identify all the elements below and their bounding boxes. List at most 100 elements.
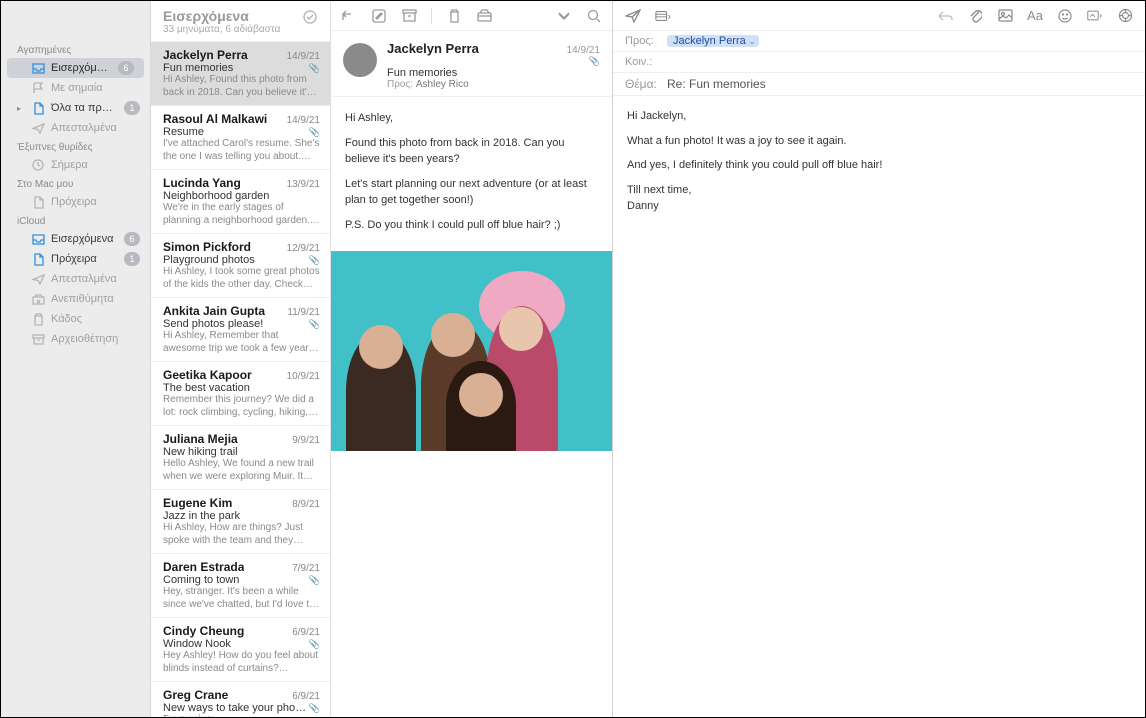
reader-toolbar bbox=[331, 1, 612, 31]
media-dropdown-icon[interactable] bbox=[1087, 8, 1103, 24]
sidebar-item-label: Αρχειοθέτηση bbox=[51, 333, 140, 345]
sidebar-item[interactable]: Απεσταλμένα bbox=[1, 269, 150, 289]
message-list-item[interactable]: Greg Crane 6/9/21 New ways to take your … bbox=[151, 682, 330, 717]
reader-date: 14/9/21 bbox=[567, 45, 600, 56]
sidebar-item-label: Πρόχειρα bbox=[51, 253, 118, 265]
reader-attachment-image[interactable] bbox=[331, 251, 612, 451]
sidebar-item-label: Πρόχειρα bbox=[51, 196, 140, 208]
message-list-item[interactable]: Jackelyn Perra 14/9/21 Fun memories 📎 Hi… bbox=[151, 42, 330, 106]
message-list-item[interactable]: Juliana Mejia 9/9/21 New hiking trail He… bbox=[151, 426, 330, 490]
message-subject: Fun memories bbox=[163, 62, 233, 74]
message-preview: Συνημμένο: page1image46962368.png bbox=[163, 714, 320, 717]
reader-to: Προς: Ashley Rico bbox=[387, 79, 600, 90]
message-sender: Lucinda Yang bbox=[163, 176, 241, 190]
reply-all-icon[interactable] bbox=[937, 8, 953, 24]
sidebar-item[interactable]: Απεσταλμένα bbox=[1, 118, 150, 138]
header-fields-icon[interactable] bbox=[655, 8, 671, 24]
send-icon[interactable] bbox=[625, 8, 641, 24]
to-field[interactable]: Προς: Jackelyn Perra ⌄ bbox=[613, 31, 1145, 52]
message-date: 6/9/21 bbox=[292, 627, 320, 638]
recipient-pill[interactable]: Jackelyn Perra ⌄ bbox=[667, 35, 759, 47]
sidebar-item[interactable]: Ανεπιθύμητα bbox=[1, 289, 150, 309]
compose-body[interactable]: Hi Jackelyn, What a fun photo! It was a j… bbox=[613, 96, 1145, 227]
reader-body-paragraph: Hi Ashley, bbox=[345, 111, 598, 126]
sidebar: ΑγαπημένεςΕισερχόμενα6Με σημαία▸Όλα τα π… bbox=[1, 1, 151, 717]
sidebar-item-label: Με σημαία bbox=[51, 82, 140, 94]
message-sender: Juliana Mejia bbox=[163, 432, 238, 446]
mailbox-subtitle: 33 μηνύματα, 6 αδιάβαστα bbox=[163, 24, 280, 35]
message-list-item[interactable]: Daren Estrada 7/9/21 Coming to town 📎 He… bbox=[151, 554, 330, 618]
message-sender: Greg Crane bbox=[163, 688, 228, 702]
message-list-item[interactable]: Lucinda Yang 13/9/21 Neighborhood garden… bbox=[151, 170, 330, 234]
sidebar-item[interactable]: Πρόχειρα1 bbox=[1, 249, 150, 269]
message-list-item[interactable]: Simon Pickford 12/9/21 Playground photos… bbox=[151, 234, 330, 298]
message-list-item[interactable]: Geetika Kapoor 10/9/21 The best vacation… bbox=[151, 362, 330, 426]
sidebar-item[interactable]: Πρόχειρα bbox=[1, 192, 150, 212]
message-list-item[interactable]: Rasoul Al Malkawi 14/9/21 Resume 📎 I've … bbox=[151, 106, 330, 170]
emoji-icon[interactable] bbox=[1057, 8, 1073, 24]
sidebar-item[interactable]: ▸Όλα τα πρόχειρα1 bbox=[1, 98, 150, 118]
reader-body: Hi Ashley, Found this photo from back in … bbox=[331, 97, 612, 251]
markup-icon[interactable] bbox=[1117, 8, 1133, 24]
message-date: 13/9/21 bbox=[287, 179, 320, 190]
attach-icon[interactable] bbox=[967, 8, 983, 24]
sent-icon bbox=[31, 121, 45, 135]
sidebar-item[interactable]: Σήμερα bbox=[1, 155, 150, 175]
message-sender: Geetika Kapoor bbox=[163, 368, 252, 382]
format-icon[interactable]: Aa bbox=[1027, 8, 1043, 24]
paperclip-icon: 📎 bbox=[309, 127, 320, 138]
reader-sender: Jackelyn Perra bbox=[387, 41, 479, 56]
sidebar-item-label: Απεσταλμένα bbox=[51, 273, 140, 285]
doc-icon bbox=[31, 195, 45, 209]
message-list-item[interactable]: Eugene Kim 8/9/21 Jazz in the park Hi As… bbox=[151, 490, 330, 554]
sidebar-item[interactable]: Εισερχόμενα6 bbox=[1, 229, 150, 249]
sent-icon bbox=[31, 272, 45, 286]
reader-subject: Fun memories bbox=[387, 67, 600, 79]
photo-icon[interactable] bbox=[997, 8, 1013, 24]
message-list[interactable]: Jackelyn Perra 14/9/21 Fun memories 📎 Hi… bbox=[151, 42, 330, 717]
trash-icon[interactable] bbox=[446, 8, 462, 24]
compose-body-paragraph: Hi Jackelyn, bbox=[627, 108, 1131, 125]
message-preview: We're in the early stages of planning a … bbox=[163, 202, 320, 227]
junk-icon[interactable] bbox=[476, 8, 492, 24]
message-subject: Jazz in the park bbox=[163, 510, 240, 522]
sidebar-item[interactable]: Αρχειοθέτηση bbox=[1, 329, 150, 349]
disclosure-arrow-icon[interactable]: ▸ bbox=[17, 104, 25, 113]
chevron-down-icon[interactable]: ⌄ bbox=[749, 37, 756, 46]
message-date: 9/9/21 bbox=[292, 435, 320, 446]
compose-panel: Aa Προς: Jackelyn Perra ⌄ Κοιν.: Θέμα: R… bbox=[613, 1, 1145, 717]
clock-icon bbox=[31, 158, 45, 172]
sidebar-item-label: Όλα τα πρόχειρα bbox=[51, 102, 118, 114]
inbox-icon bbox=[31, 232, 45, 246]
doc-icon bbox=[31, 252, 45, 266]
sidebar-item[interactable]: Κάδος bbox=[1, 309, 150, 329]
flag-icon bbox=[31, 81, 45, 95]
message-preview: Hi Ashley, I took some great photos of t… bbox=[163, 266, 320, 291]
more-icon[interactable] bbox=[556, 8, 572, 24]
message-subject: Window Nook bbox=[163, 638, 231, 650]
sidebar-item-label: Σήμερα bbox=[51, 159, 140, 171]
filter-icon[interactable] bbox=[302, 9, 318, 25]
sidebar-item[interactable]: Εισερχόμενα6 bbox=[7, 58, 144, 78]
compose-icon[interactable] bbox=[371, 8, 387, 24]
reply-icon[interactable] bbox=[341, 8, 357, 24]
message-list-item[interactable]: Ankita Jain Gupta 11/9/21 Send photos pl… bbox=[151, 298, 330, 362]
message-subject: The best vacation bbox=[163, 382, 250, 394]
reader-body-paragraph: Found this photo from back in 2018. Can … bbox=[345, 136, 598, 167]
message-date: 7/9/21 bbox=[292, 563, 320, 574]
message-sender: Rasoul Al Malkawi bbox=[163, 112, 267, 126]
paperclip-icon: 📎 bbox=[309, 703, 320, 714]
subject-field[interactable]: Θέμα: Re: Fun memories bbox=[613, 73, 1145, 96]
archive-icon[interactable] bbox=[401, 8, 417, 24]
message-sender: Eugene Kim bbox=[163, 496, 232, 510]
message-list-item[interactable]: Cindy Cheung 6/9/21 Window Nook 📎 Hey As… bbox=[151, 618, 330, 682]
reader-body-paragraph: P.S. Do you think I could pull off blue … bbox=[345, 218, 598, 233]
message-sender: Simon Pickford bbox=[163, 240, 251, 254]
cc-field[interactable]: Κοιν.: bbox=[613, 52, 1145, 73]
sidebar-item[interactable]: Με σημαία bbox=[1, 78, 150, 98]
search-icon[interactable] bbox=[586, 8, 602, 24]
sidebar-group-title: Στο Mac μου bbox=[1, 175, 150, 192]
message-subject: New ways to take your photos… bbox=[163, 702, 309, 714]
compose-body-paragraph: What a fun photo! It was a joy to see it… bbox=[627, 133, 1131, 150]
message-date: 14/9/21 bbox=[287, 115, 320, 126]
